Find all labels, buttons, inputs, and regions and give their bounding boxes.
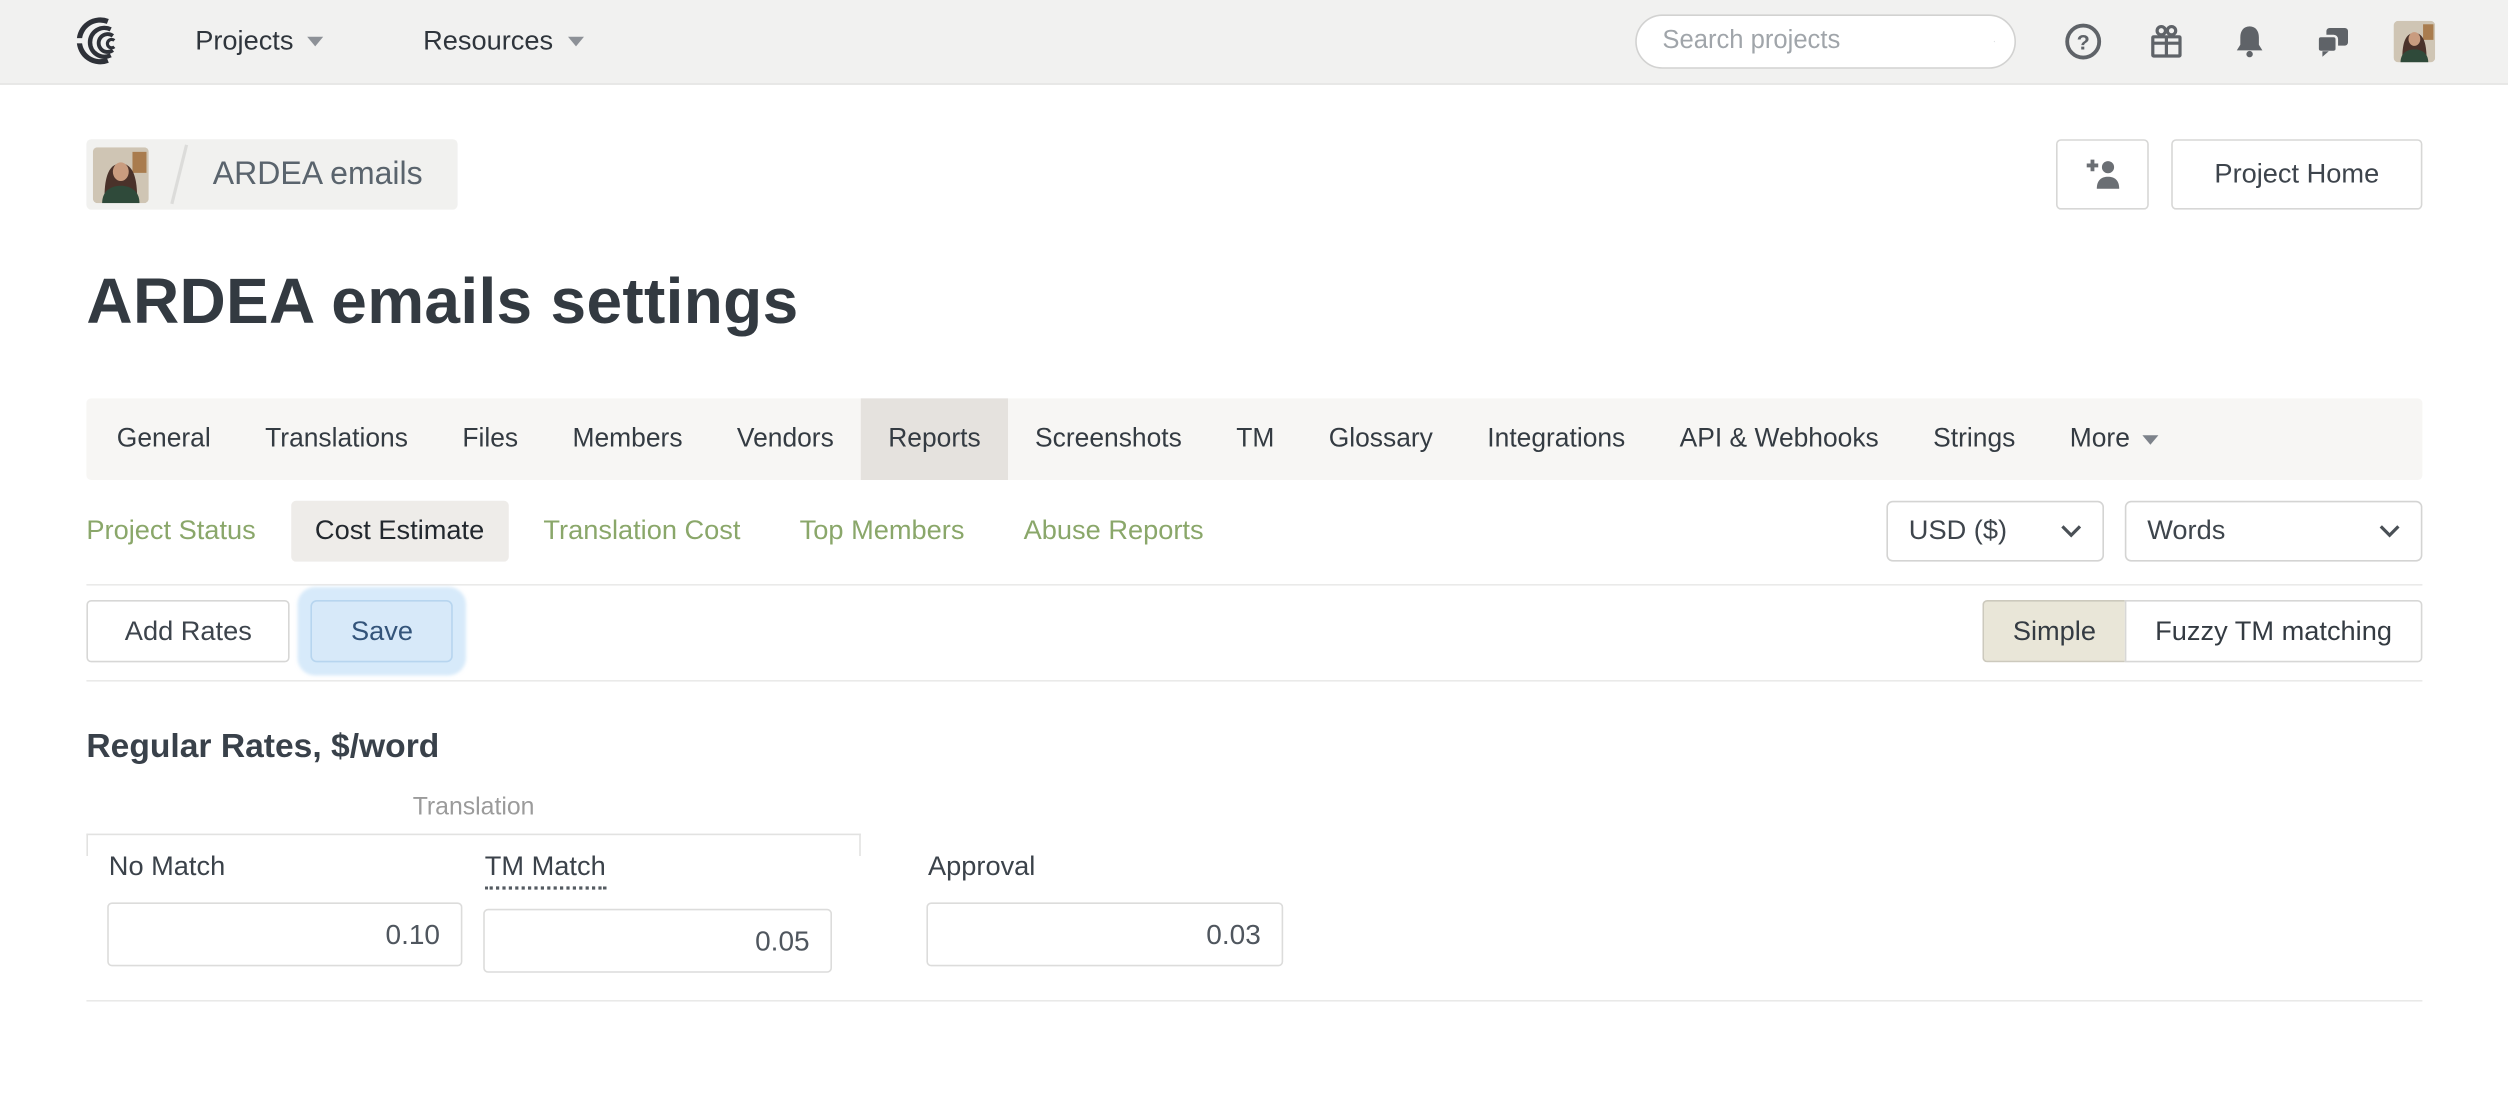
nav-projects-menu[interactable]: Projects [195, 26, 324, 58]
subtab-top-members[interactable]: Top Members [800, 515, 965, 547]
subtab-abuse-reports[interactable]: Abuse Reports [1024, 515, 1204, 547]
breadcrumb-divider [170, 144, 189, 205]
search-icon[interactable] [1993, 22, 1996, 60]
subtab-translation-cost[interactable]: Translation Cost [543, 515, 740, 547]
no-match-input[interactable] [107, 902, 463, 967]
rate-field-tm-match: TM Match [483, 851, 832, 973]
no-match-label: No Match [108, 851, 226, 882]
project-home-button[interactable]: Project Home [2171, 139, 2423, 210]
rates-section-heading: Regular Rates, $/word [86, 728, 440, 765]
tab-general[interactable]: General [90, 398, 238, 480]
divider [86, 1000, 2423, 1002]
report-subtabs: Project Status Cost Estimate Translation… [86, 500, 1204, 562]
search-input[interactable] [1662, 27, 1994, 56]
chevron-down-icon [2142, 434, 2159, 444]
tab-vendors[interactable]: Vendors [710, 398, 861, 480]
top-bar-icons: ? [2064, 22, 2352, 60]
subtab-cost-estimate[interactable]: Cost Estimate [290, 500, 509, 562]
messages-icon[interactable] [2314, 22, 2352, 60]
tab-integrations[interactable]: Integrations [1460, 398, 1652, 480]
currency-select-value: USD ($) [1908, 515, 2008, 546]
mode-fuzzy-tm-button[interactable]: Fuzzy TM matching [2124, 600, 2423, 663]
invite-member-button[interactable] [2056, 139, 2149, 210]
divider [86, 680, 2423, 682]
report-subtab-row: Project Status Cost Estimate Translation… [86, 500, 2423, 562]
person-add-icon [2086, 159, 2120, 189]
approval-input[interactable] [926, 902, 1284, 967]
chevron-down-icon [567, 36, 584, 47]
tab-more-label: More [2069, 424, 2130, 453]
tab-members[interactable]: Members [545, 398, 709, 480]
tab-more[interactable]: More [2043, 398, 2186, 480]
add-rates-button[interactable]: Add Rates [86, 600, 291, 663]
nav-resources-menu[interactable]: Resources [423, 25, 584, 58]
nav-resources-label: Resources [423, 25, 554, 56]
rates-toolbar: Add Rates Save Simple Fuzzy TM matching [86, 600, 2423, 663]
page-title: ARDEA emails settings [86, 267, 799, 338]
project-actions: Project Home [2056, 139, 2423, 210]
breadcrumb-row: ARDEA emails Project Home [86, 139, 2423, 210]
tm-match-label[interactable]: TM Match [484, 851, 606, 890]
unit-select[interactable]: Words [2124, 500, 2423, 562]
chevron-down-icon [2379, 525, 2400, 538]
matching-mode-toggle: Simple Fuzzy TM matching [1982, 600, 2423, 663]
currency-select[interactable]: USD ($) [1886, 500, 2104, 562]
top-bar-right: ? [1635, 14, 2436, 69]
tab-reports[interactable]: Reports [861, 398, 1008, 480]
tm-match-input[interactable] [483, 908, 832, 973]
top-bar: Projects Resources ? [0, 0, 2508, 85]
bell-icon[interactable] [2230, 22, 2268, 60]
user-avatar-image [2393, 20, 2436, 63]
tab-strings[interactable]: Strings [1906, 398, 2043, 480]
gift-icon[interactable] [2147, 22, 2185, 60]
tab-glossary[interactable]: Glossary [1302, 398, 1461, 480]
help-icon[interactable]: ? [2064, 22, 2102, 60]
breadcrumb-project-name[interactable]: ARDEA emails [213, 156, 423, 193]
search-box [1635, 14, 2016, 69]
mode-simple-button[interactable]: Simple [1982, 600, 2125, 663]
divider [86, 584, 2423, 586]
rate-field-approval: Approval [926, 851, 1284, 967]
top-navigation: Projects Resources [195, 25, 584, 58]
svg-text:?: ? [2077, 29, 2090, 54]
main-content: ARDEA emails Project Home ARDEA emails s… [0, 139, 2508, 1002]
breadcrumb[interactable]: ARDEA emails [86, 139, 458, 210]
tab-tm[interactable]: TM [1209, 398, 1302, 480]
nav-projects-label: Projects [195, 25, 294, 56]
tab-api-webhooks[interactable]: API & Webhooks [1652, 398, 1906, 480]
chevron-down-icon [2061, 525, 2082, 538]
user-avatar[interactable] [2393, 20, 2436, 63]
rate-field-no-match: No Match [107, 851, 463, 967]
app-logo-icon[interactable] [70, 16, 128, 67]
save-button[interactable]: Save [311, 600, 454, 663]
approval-label: Approval [928, 851, 1036, 882]
tab-screenshots[interactable]: Screenshots [1008, 398, 1209, 480]
unit-select-value: Words [2147, 515, 2226, 546]
project-owner-avatar[interactable] [92, 146, 149, 203]
project-owner-avatar-image [92, 146, 149, 203]
subtab-project-status[interactable]: Project Status [86, 515, 255, 547]
app-window: Projects Resources ? [0, 0, 2508, 1096]
chevron-down-icon [307, 36, 324, 47]
settings-tab-bar: General Translations Files Members Vendo… [86, 398, 2423, 480]
rates-form: Translation No Match TM Match Approval [86, 794, 2422, 1000]
tab-files[interactable]: Files [435, 398, 545, 480]
translation-group-label: Translation [412, 793, 535, 821]
tab-translations[interactable]: Translations [238, 398, 435, 480]
